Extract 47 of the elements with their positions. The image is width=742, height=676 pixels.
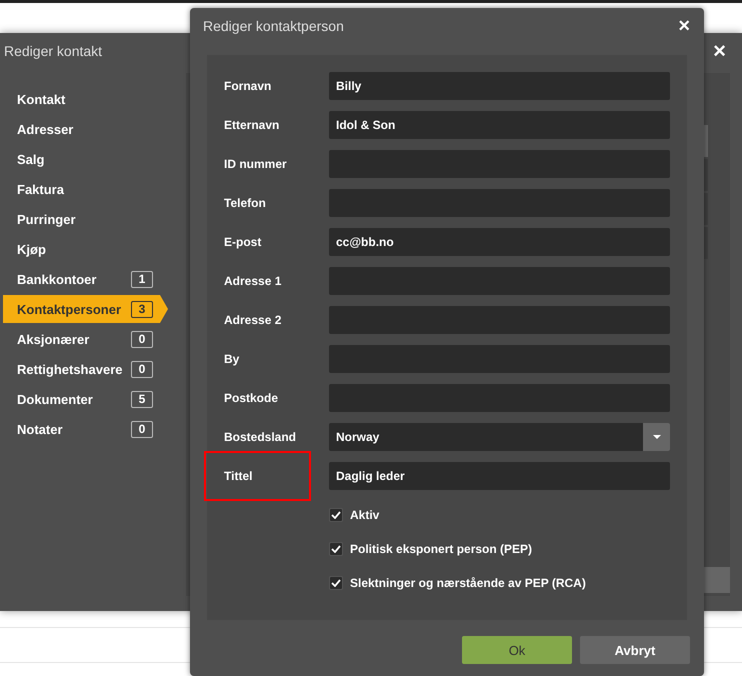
ok-button[interactable]: Ok (462, 636, 572, 664)
sidebar-item[interactable]: Adresser (3, 115, 168, 143)
checkbox[interactable] (329, 576, 343, 590)
caret-icon (652, 435, 660, 439)
input-field[interactable]: Daglig leder (329, 462, 670, 490)
sidebar-item[interactable]: Kontakt (3, 85, 168, 113)
sidebar-item[interactable]: Bankkontoer 1 (3, 265, 168, 293)
sidebar-item[interactable]: Aksjonærer 0 (3, 325, 168, 353)
input-field[interactable] (329, 384, 670, 412)
sidebar-item[interactable]: Notater 0 (3, 415, 168, 443)
checkbox-label: Aktiv (350, 508, 380, 522)
sidebar-item[interactable]: Dokumenter 5 (3, 385, 168, 413)
sidebar-item[interactable]: Salg (3, 145, 168, 173)
input-field[interactable] (329, 306, 670, 334)
checkbox[interactable] (329, 542, 343, 556)
field-label: ID nummer (224, 157, 287, 171)
checkbox-label: Politisk eksponert person (PEP) (350, 542, 532, 556)
field-label: E-post (224, 235, 262, 249)
sidebar-item[interactable]: Faktura (3, 175, 168, 203)
field-label: Bostedsland (224, 430, 296, 444)
dialog-title: Rediger kontakt (4, 43, 102, 59)
input-field[interactable] (329, 267, 670, 295)
field-label: Etternavn (224, 118, 280, 132)
checkbox[interactable] (329, 508, 343, 522)
field-label: Adresse 1 (224, 274, 282, 288)
sidebar-item[interactable]: Kjøp (3, 235, 168, 263)
input-field[interactable] (329, 345, 670, 373)
input-field[interactable] (329, 150, 670, 178)
sidebar-item[interactable]: Kontaktpersoner 3 (3, 295, 168, 323)
input-field[interactable]: cc@bb.no (329, 228, 670, 256)
dropdown[interactable]: Norway (329, 423, 670, 451)
field-label: Tittel (224, 469, 252, 483)
field-label: Postkode (224, 391, 278, 405)
dialog-title: Rediger kontaktperson (203, 18, 344, 34)
close-button[interactable]: × (713, 40, 726, 62)
close-button[interactable]: × (678, 16, 690, 36)
cancel-button[interactable]: Avbryt (580, 636, 690, 664)
sidebar-item[interactable]: Rettighetshavere 0 (3, 355, 168, 383)
field-label: Fornavn (224, 79, 272, 93)
sidebar-item[interactable]: Purringer (3, 205, 168, 233)
checkbox-label: Slektninger og nærstående av PEP (RCA) (350, 576, 586, 590)
input-field[interactable]: Idol & Son (329, 111, 670, 139)
input-field[interactable] (329, 189, 670, 217)
field-label: By (224, 352, 240, 366)
field-label: Adresse 2 (224, 313, 282, 327)
input-field[interactable]: Billy (329, 72, 670, 100)
field-label: Telefon (224, 196, 266, 210)
